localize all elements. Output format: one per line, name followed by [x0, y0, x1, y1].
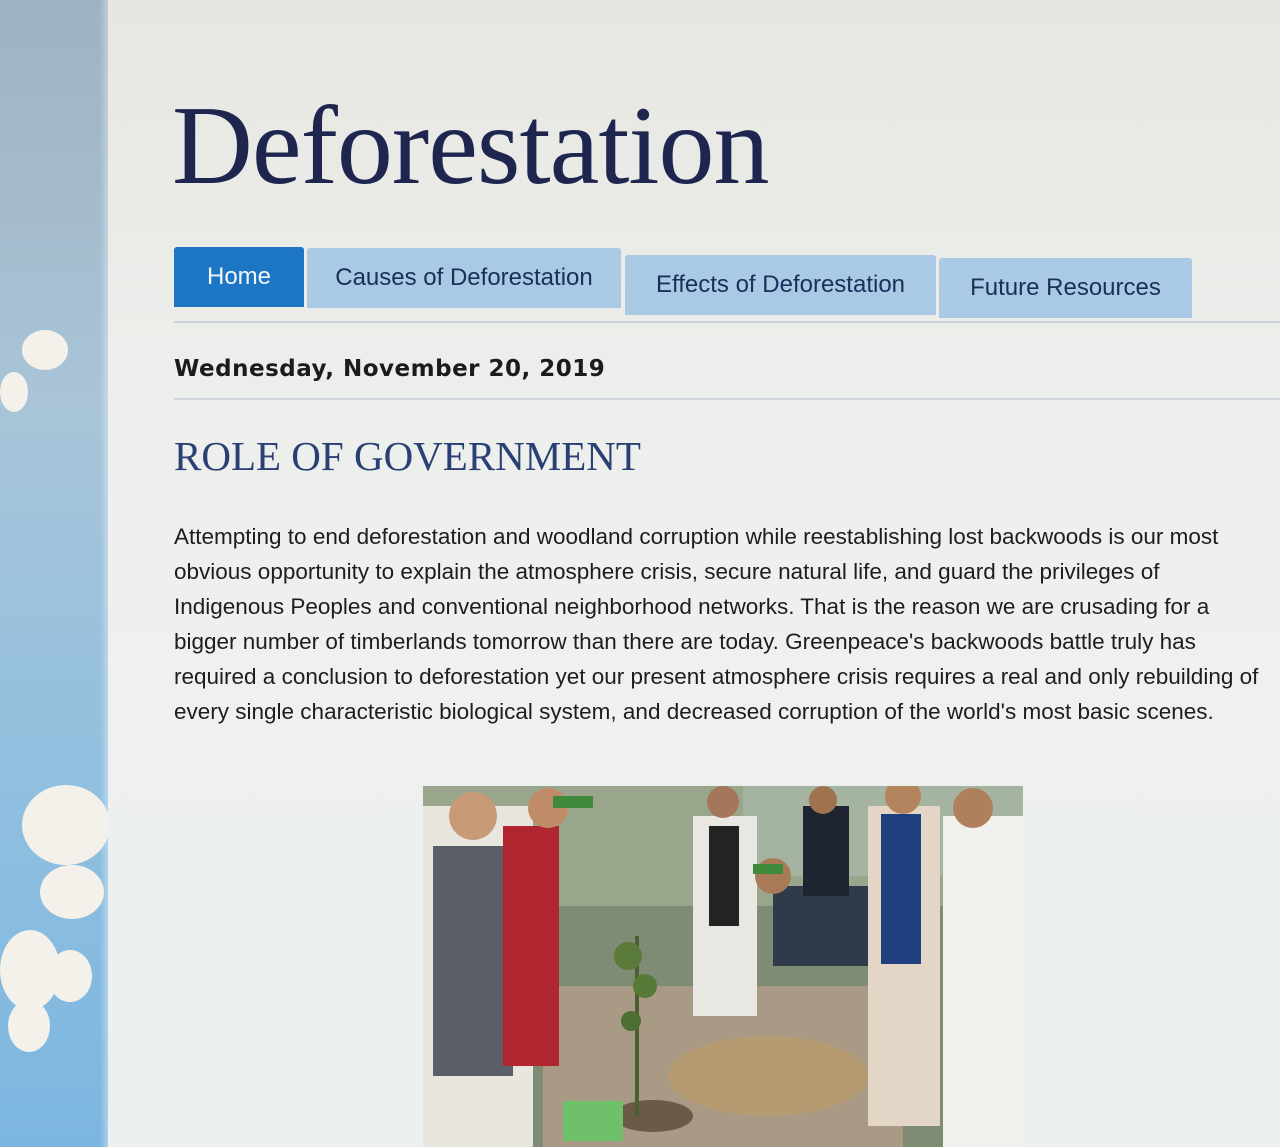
post-title[interactable]: ROLE OF GOVERNMENT: [174, 432, 641, 480]
flower-decor: [48, 950, 92, 1002]
post-body: Attempting to end deforestation and wood…: [174, 524, 1259, 724]
tab-future-resources[interactable]: Future Resources: [939, 258, 1192, 318]
flower-decor: [40, 865, 104, 919]
blog-title[interactable]: Deforestation: [172, 90, 770, 202]
tabs-divider: [174, 321, 1280, 323]
date-divider: [174, 398, 1280, 400]
tab-effects-of-deforestation[interactable]: Effects of Deforestation: [625, 255, 936, 315]
flower-decor: [22, 330, 68, 370]
strip-edge: [100, 0, 108, 1147]
blog-page: Deforestation Home Causes of Deforestati…: [108, 0, 1280, 1147]
background-decor-strip: [0, 0, 110, 1147]
flower-decor: [0, 372, 28, 412]
flower-decor: [8, 1000, 50, 1052]
tab-home[interactable]: Home: [174, 247, 304, 307]
tree-planting-photo[interactable]: [423, 786, 1023, 1147]
nav-tabs: Home Causes of Deforestation Effects of …: [174, 247, 1280, 325]
tab-causes-of-deforestation[interactable]: Causes of Deforestation: [307, 248, 621, 308]
post-date: Wednesday, November 20, 2019: [174, 356, 606, 382]
flower-decor: [22, 785, 110, 865]
